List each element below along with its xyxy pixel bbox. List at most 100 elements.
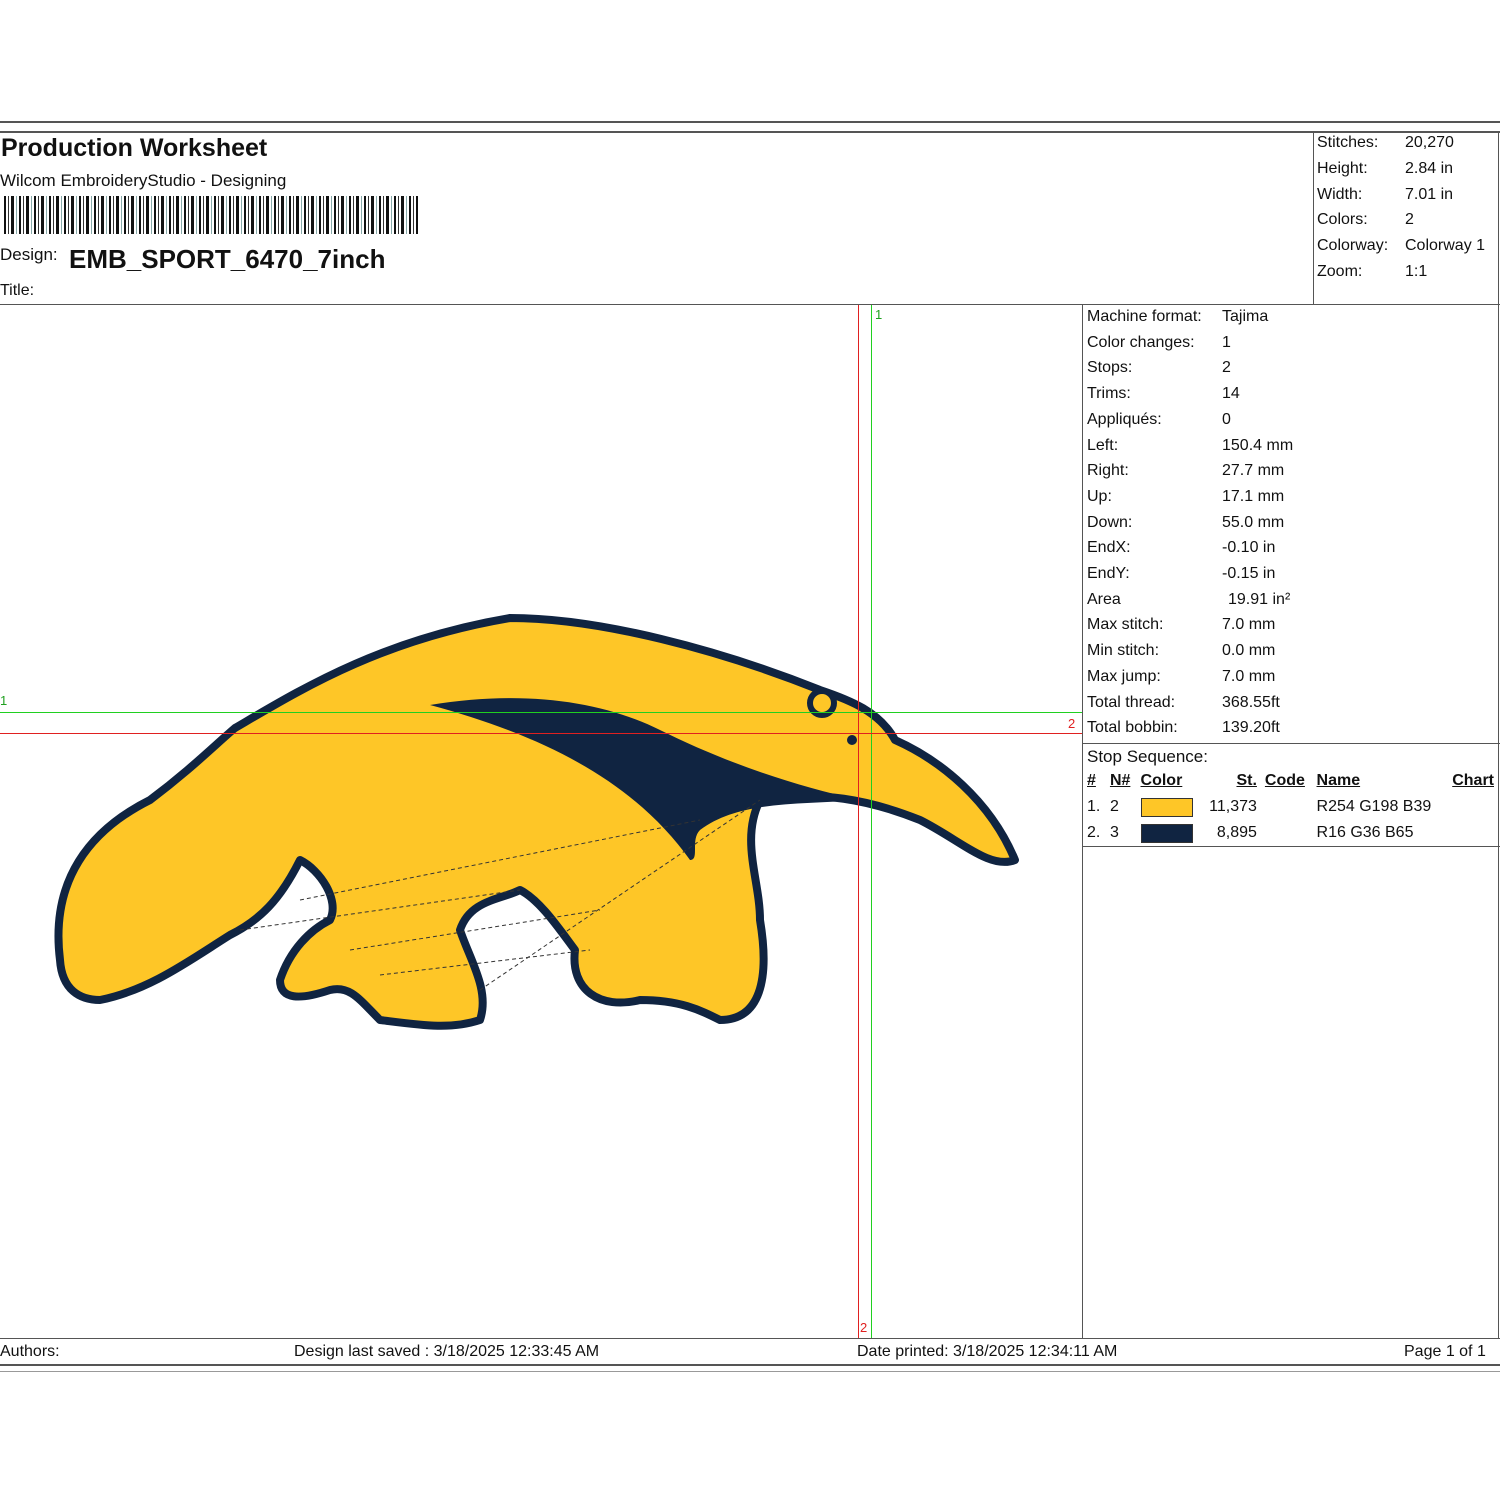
- green-vertical-guide: [871, 305, 872, 1338]
- detail-value: 27.7 mm: [1222, 462, 1285, 480]
- detail-label: Color changes:: [1087, 333, 1195, 351]
- design-label: Design:: [0, 245, 58, 264]
- summary-value: 2.84 in: [1405, 159, 1454, 177]
- col-code: Code: [1264, 772, 1305, 789]
- design-last-saved: Design last saved : 3/18/2025 12:33:45 A…: [294, 1343, 600, 1360]
- detail-value: 150.4 mm: [1222, 436, 1294, 454]
- row-name: R254 G198 B39: [1316, 798, 1432, 815]
- row-stitches: 11,373: [1209, 798, 1257, 815]
- marker-label: 2: [860, 1320, 868, 1335]
- detail-label: Down:: [1087, 513, 1133, 531]
- detail-value: -0.15 in: [1222, 565, 1276, 582]
- color-swatch: [1140, 823, 1193, 843]
- detail-label: Up:: [1087, 487, 1112, 505]
- summary-value: 1:1: [1405, 263, 1428, 280]
- detail-value: 55.0 mm: [1222, 513, 1285, 531]
- detail-label: Total thread:: [1087, 693, 1176, 711]
- barcode: [4, 196, 418, 234]
- date-printed: Date printed: 3/18/2025 12:34:11 AM: [857, 1343, 1118, 1360]
- software-name: Wilcom EmbroideryStudio - Designing: [0, 171, 287, 190]
- summary-label: Colors:: [1317, 211, 1368, 229]
- summary-label: Height:: [1317, 159, 1368, 177]
- col-name: Name: [1316, 772, 1361, 789]
- col-stitches: St.: [1236, 772, 1257, 789]
- summary-label: Stitches:: [1317, 134, 1379, 151]
- detail-label: Total bobbin:: [1087, 719, 1178, 737]
- detail-label: Max jump:: [1087, 667, 1161, 685]
- detail-value: 2: [1222, 359, 1231, 377]
- detail-value: 19.91 in²: [1228, 590, 1291, 608]
- row-code: [1261, 794, 1313, 820]
- detail-value: -0.10 in: [1222, 539, 1276, 557]
- detail-value: 17.1 mm: [1222, 487, 1285, 505]
- row-code: [1261, 820, 1313, 846]
- detail-label: EndY:: [1087, 565, 1130, 582]
- detail-value: 0: [1222, 410, 1231, 428]
- col-num: #: [1087, 772, 1096, 789]
- frame-line: [0, 131, 1500, 133]
- row-stitches: 8,895: [1216, 824, 1257, 841]
- green-horizontal-guide: [0, 712, 1082, 713]
- summary-value: Colorway 1: [1405, 237, 1486, 255]
- color-swatch: [1140, 797, 1193, 817]
- anteater-eye: [847, 735, 857, 745]
- design-name: EMB_SPORT_6470_7inch: [69, 244, 386, 274]
- detail-value: 0.0 mm: [1222, 642, 1276, 660]
- frame-line: [1082, 846, 1500, 847]
- design-preview: [54, 614, 1019, 1030]
- detail-label: Trims:: [1087, 385, 1131, 403]
- detail-label: Appliqués:: [1087, 410, 1162, 428]
- col-color: Color: [1140, 772, 1183, 789]
- summary-label: Width:: [1317, 185, 1363, 203]
- page-number: Page 1 of 1: [1404, 1343, 1486, 1360]
- detail-label: Min stitch:: [1087, 642, 1160, 660]
- detail-label: Area: [1087, 590, 1121, 608]
- detail-value: 1: [1222, 333, 1231, 351]
- marker-label: 1: [0, 693, 8, 708]
- marker-label: 2: [1068, 716, 1076, 731]
- stop-sequence-table: # N# Color St. Code Name Chart 1. 2 11,373…: [1083, 768, 1498, 846]
- title-label: Title:: [0, 282, 35, 299]
- frame-line: [1082, 743, 1500, 744]
- detail-value: 139.20ft: [1222, 719, 1280, 737]
- frame-line: [0, 1371, 1500, 1372]
- frame-line: [0, 1338, 1500, 1339]
- detail-label: Max stitch:: [1087, 616, 1164, 634]
- detail-value: Tajima: [1222, 308, 1269, 325]
- detail-label: Right:: [1087, 462, 1129, 480]
- row-n: 3: [1109, 824, 1119, 841]
- col-chart: Chart: [1452, 772, 1494, 789]
- detail-value: 14: [1222, 385, 1240, 403]
- detail-value: 7.0 mm: [1222, 616, 1276, 634]
- table-row: 2. 3 8,895 R16 G36 B65: [1083, 820, 1498, 846]
- row-name: R16 G36 B65: [1316, 824, 1414, 841]
- authors-label: Authors:: [0, 1343, 60, 1360]
- row-n: 2: [1109, 798, 1119, 815]
- detail-label: Stops:: [1087, 359, 1133, 377]
- summary-label: Zoom:: [1317, 263, 1363, 280]
- summary-label: Colorway:: [1317, 237, 1389, 255]
- frame-line: [0, 121, 1500, 123]
- frame-line: [1313, 132, 1314, 305]
- summary-value: 2: [1405, 211, 1414, 229]
- detail-label: Machine format:: [1087, 308, 1202, 325]
- stop-sequence-label: Stop Sequence:: [1087, 747, 1208, 766]
- red-vertical-guide: [858, 305, 859, 1338]
- table-row: 1. 2 11,373 R254 G198 B39: [1083, 794, 1498, 820]
- row-num: 1.: [1087, 798, 1101, 815]
- summary-value: 7.01 in: [1405, 185, 1454, 203]
- frame-line: [0, 1364, 1500, 1366]
- frame-line: [1498, 132, 1499, 1338]
- row-color: [1137, 820, 1201, 846]
- summary-value: 20,270: [1405, 134, 1454, 151]
- col-n: N#: [1109, 772, 1131, 789]
- page-title: Production Worksheet: [1, 134, 268, 162]
- detail-label: Left:: [1087, 436, 1119, 454]
- row-color: [1137, 794, 1201, 820]
- red-horizontal-guide: [0, 733, 1082, 734]
- detail-value: 7.0 mm: [1222, 667, 1276, 685]
- detail-value: 368.55ft: [1222, 693, 1280, 711]
- row-chart: [1444, 820, 1498, 846]
- row-chart: [1444, 794, 1498, 820]
- marker-label: 1: [875, 307, 883, 322]
